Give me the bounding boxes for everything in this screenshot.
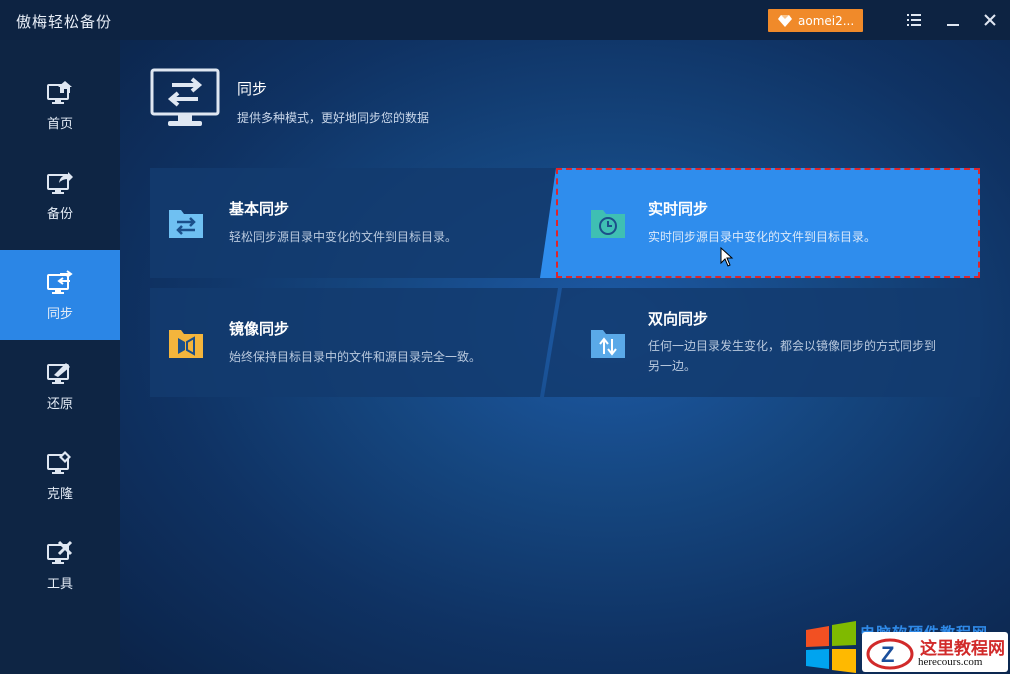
sidebar-item-clone[interactable]: 克隆 bbox=[0, 430, 120, 520]
account-button[interactable]: aomei2... bbox=[768, 9, 863, 32]
two-way-sync-folder-icon bbox=[591, 330, 625, 358]
account-label: aomei2... bbox=[798, 13, 855, 28]
tools-monitor-icon bbox=[47, 540, 73, 564]
app-title: 傲梅轻松备份 bbox=[16, 13, 113, 31]
close-icon[interactable] bbox=[978, 8, 1002, 32]
mirror-sync-folder-icon bbox=[169, 330, 203, 358]
mouse-cursor-icon bbox=[720, 247, 734, 267]
card-title: 双向同步 bbox=[648, 310, 709, 328]
card-title: 镜像同步 bbox=[229, 320, 290, 338]
title-bar: 傲梅轻松备份 aomei2... bbox=[0, 0, 1010, 40]
main-panel: 同步 提供多种模式，更好地同步您的数据 基本同步 轻松同步源目录中变化的文件到目… bbox=[120, 40, 1010, 674]
watermark-url: herecours.com bbox=[918, 656, 983, 668]
sidebar-item-label: 工具 bbox=[46, 576, 73, 592]
diamond-icon bbox=[778, 14, 792, 27]
sidebar-item-label: 同步 bbox=[46, 306, 73, 322]
sidebar-item-restore[interactable]: 还原 bbox=[0, 340, 120, 430]
sidebar-item-label: 还原 bbox=[46, 396, 73, 412]
sidebar-item-label: 首页 bbox=[46, 116, 73, 132]
card-desc: 实时同步源目录中变化的文件到目标目录。 bbox=[648, 230, 877, 244]
sidebar-item-sync[interactable]: 同步 bbox=[0, 250, 120, 340]
card-title: 实时同步 bbox=[648, 200, 709, 218]
basic-sync-card[interactable]: 基本同步 轻松同步源目录中变化的文件到目标目录。 bbox=[150, 168, 550, 278]
card-desc-line2: 另一边。 bbox=[648, 359, 697, 373]
restore-monitor-icon bbox=[47, 362, 70, 384]
minimize-icon[interactable] bbox=[941, 8, 965, 32]
sidebar-item-backup[interactable]: 备份 bbox=[0, 150, 120, 240]
sidebar-item-label: 备份 bbox=[46, 206, 73, 222]
card-desc: 轻松同步源目录中变化的文件到目标目录。 bbox=[229, 230, 458, 244]
card-desc: 始终保持目标目录中的文件和源目录完全一致。 bbox=[229, 350, 482, 364]
card-title: 基本同步 bbox=[229, 200, 290, 218]
svg-text:Z: Z bbox=[881, 642, 894, 667]
sidebar-item-tools[interactable]: 工具 bbox=[0, 520, 120, 610]
card-desc-line1: 任何一边目录发生变化，都会以镜像同步的方式同步到 bbox=[648, 339, 937, 353]
backup-monitor-icon bbox=[47, 171, 73, 194]
clone-monitor-icon bbox=[47, 450, 71, 474]
two-way-sync-card[interactable]: 双向同步 任何一边目录发生变化，都会以镜像同步的方式同步到 另一边。 bbox=[560, 288, 980, 398]
watermark-logo-icon: Z bbox=[866, 638, 914, 670]
realtime-sync-folder-icon bbox=[591, 210, 625, 238]
sidebar: 首页 备份 同步 还原 克隆 工具 bbox=[0, 40, 120, 674]
menu-icon[interactable] bbox=[902, 8, 926, 32]
sidebar-item-label: 克隆 bbox=[46, 486, 73, 502]
mirror-sync-card[interactable]: 镜像同步 始终保持目标目录中的文件和源目录完全一致。 bbox=[150, 288, 550, 398]
basic-sync-folder-icon bbox=[169, 210, 203, 238]
home-monitor-icon bbox=[47, 80, 72, 104]
realtime-sync-card[interactable]: 实时同步 实时同步源目录中变化的文件到目标目录。 bbox=[560, 168, 980, 278]
sync-monitor-icon bbox=[47, 269, 73, 294]
sidebar-item-home[interactable]: 首页 bbox=[0, 60, 120, 150]
